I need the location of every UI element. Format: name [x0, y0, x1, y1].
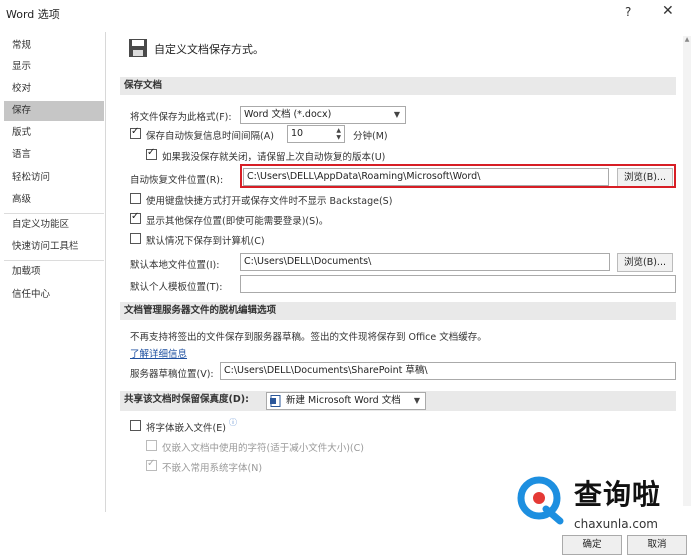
autorecover-minutes-stepper[interactable]: 10 ▲ ▼ [287, 125, 345, 143]
sidebar-item-layout[interactable]: 版式 [4, 123, 104, 143]
default-local-location-input[interactable]: C:\Users\DELL\Documents\ [240, 253, 610, 271]
cancel-button[interactable]: 取消 [627, 535, 687, 555]
learn-more-link[interactable]: 了解详细信息 [130, 346, 187, 360]
minutes-label: 分钟(M) [353, 131, 388, 142]
embed-subset-checkbox[interactable] [146, 440, 157, 451]
no-common-fonts-checkbox[interactable] [146, 458, 157, 471]
sidebar-item-advanced[interactable]: 高级 [4, 190, 104, 210]
browse-local-button[interactable]: 浏览(B)... [617, 253, 673, 272]
keep-last-version-checkbox[interactable] [146, 147, 157, 160]
fidelity-document-value: 新建 Microsoft Word 文档 [286, 395, 401, 406]
backstage-checkbox[interactable] [130, 193, 141, 204]
watermark: 查询啦 chaxunla.com [512, 467, 692, 537]
autorecover-label: 保存自动恢复信息时间间隔(A) [146, 131, 274, 142]
ok-button[interactable]: 确定 [562, 535, 622, 555]
server-drafts-label: 服务器草稿位置(V): [130, 369, 214, 380]
sidebar-item-display[interactable]: 显示 [4, 57, 104, 77]
show-more-locations-checkbox[interactable] [130, 211, 141, 224]
sidebar-divider [4, 260, 104, 261]
no-common-fonts-label: 不嵌入常用系统字体(N) [162, 463, 263, 474]
fidelity-document-select[interactable]: 新建 Microsoft Word 文档 ▼ [266, 392, 426, 410]
stepper-arrows-icon: ▲ ▼ [336, 127, 341, 141]
autorecover-checkbox[interactable] [130, 126, 141, 139]
save-format-label: 将文件保存为此格式(F): [130, 112, 232, 123]
watermark-logo-icon [517, 476, 564, 525]
highlight-box [240, 164, 676, 188]
section-save-documents: 保存文档 [120, 77, 676, 95]
info-icon: ⓘ [229, 418, 237, 427]
show-more-locations-label: 显示其他保存位置(即使可能需要登录)(S)。 [146, 216, 329, 227]
default-template-location-input[interactable] [240, 275, 676, 293]
vertical-scrollbar[interactable] [683, 36, 691, 506]
sidebar-item-trust-center[interactable]: 信任中心 [4, 285, 104, 305]
save-icon [129, 39, 147, 57]
save-format-select[interactable]: Word 文档 (*.docx) ▼ [240, 106, 406, 124]
title-bar: Word 选项 ? ✕ [0, 0, 692, 28]
sidebar-item-accessibility[interactable]: 轻松访问 [4, 168, 104, 188]
server-drafts-input[interactable]: C:\Users\DELL\Documents\SharePoint 草稿\ [220, 362, 676, 380]
sidebar-divider [4, 213, 104, 214]
scroll-up-icon[interactable]: ▲ [683, 36, 691, 43]
watermark-text: 查询啦 [574, 478, 662, 511]
word-document-icon [270, 395, 281, 407]
options-sidebar: 常规 显示 校对 保存 版式 语言 轻松访问 高级 自定义功能区 快速访问工具栏… [0, 32, 106, 512]
default-template-location-label: 默认个人模板位置(T): [130, 282, 223, 293]
sidebar-item-language[interactable]: 语言 [4, 145, 104, 165]
embed-subset-label: 仅嵌入文档中使用的字符(适于减小文件大小)(C) [162, 443, 364, 454]
sidebar-item-general[interactable]: 常规 [4, 36, 104, 56]
save-to-computer-label: 默认情况下保存到计算机(C) [146, 236, 265, 247]
section-offline-editing: 文档管理服务器文件的脱机编辑选项 [120, 302, 676, 320]
sidebar-item-customize-ribbon[interactable]: 自定义功能区 [4, 215, 104, 235]
backstage-label: 使用键盘快捷方式打开或保存文件时不显示 Backstage(S) [146, 196, 393, 207]
watermark-url: chaxunla.com [574, 517, 658, 531]
default-local-location-label: 默认本地文件位置(I): [130, 260, 220, 271]
embed-fonts-checkbox[interactable] [130, 420, 141, 431]
sidebar-item-quick-access-toolbar[interactable]: 快速访问工具栏 [4, 237, 104, 257]
autorecover-location-label: 自动恢复文件位置(R): [130, 175, 224, 186]
offline-note: 不再支持将签出的文件保存到服务器草稿。签出的文件现将保存到 Office 文档缓… [130, 332, 487, 343]
help-button[interactable]: ? [625, 5, 631, 19]
keep-last-version-label: 如果我没保存就关闭，请保留上次自动恢复的版本(U) [162, 152, 386, 163]
sidebar-item-save[interactable]: 保存 [4, 101, 104, 121]
save-to-computer-checkbox[interactable] [130, 233, 141, 244]
embed-fonts-label: 将字体嵌入文件(E) [146, 423, 226, 434]
chevron-down-icon: ▼ [393, 110, 400, 119]
page-title: 自定义文档保存方式。 [154, 43, 264, 56]
chevron-down-icon: ▼ [413, 396, 420, 405]
save-format-value: Word 文档 (*.docx) [244, 109, 332, 120]
fidelity-label: 共享该文档时保留保真度(D): [124, 394, 249, 405]
close-button[interactable]: ✕ [662, 3, 674, 19]
sidebar-item-add-ins[interactable]: 加载项 [4, 262, 104, 282]
sidebar-item-proofing[interactable]: 校对 [4, 79, 104, 99]
window-title: Word 选项 [6, 8, 60, 21]
autorecover-minutes-value: 10 [291, 128, 304, 139]
